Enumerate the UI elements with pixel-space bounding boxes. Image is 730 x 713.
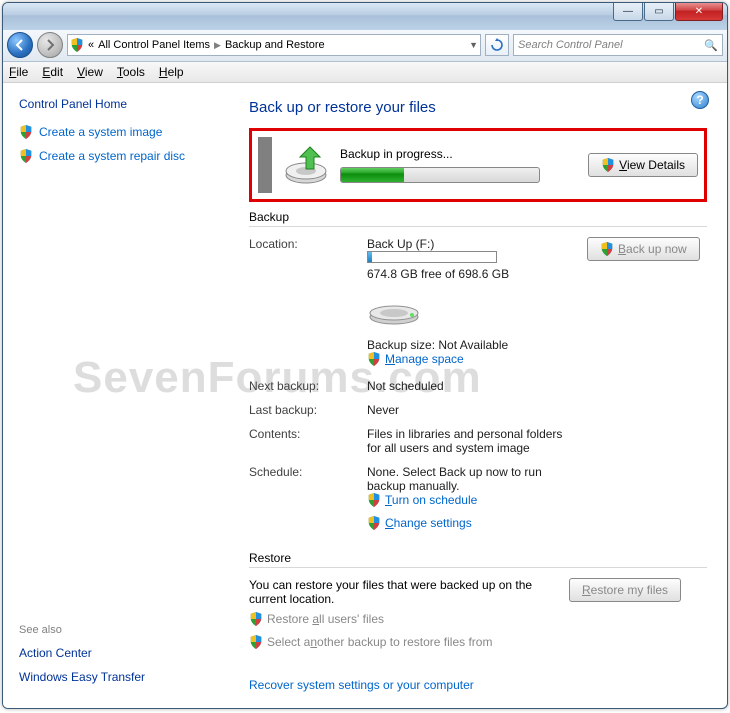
schedule-value: None. Select Back up now to run backup m… [367,465,579,493]
create-repair-disc-link[interactable]: Create a system repair disc [19,149,217,163]
see-also-heading: See also [19,624,217,636]
shield-icon [601,158,615,172]
shield-icon [600,242,614,256]
contents-label: Contents: [249,427,359,441]
last-backup-value: Never [367,403,579,417]
menu-help[interactable]: Help [159,65,184,79]
recover-system-link[interactable]: Recover system settings or your computer [249,678,474,692]
button-label: Restore my files [582,583,668,597]
nav-toolbar: « All Control Panel Items ▶ Backup and R… [3,30,727,62]
restore-all-users-link[interactable]: Restore all users' files [249,612,384,626]
button-label: Back up now [618,242,687,256]
shield-icon [367,493,381,507]
task-label: Create a system image [39,125,162,139]
search-icon: 🔍 [704,39,718,52]
progress-label: Backup in progress... [340,147,578,161]
search-placeholder: Search Control Panel [518,39,623,51]
location-label: Location: [249,237,359,251]
page-title: Back up or restore your files [249,99,707,116]
schedule-label: Schedule: [249,465,359,479]
menu-tools[interactable]: Tools [117,65,145,79]
easy-transfer-link[interactable]: Windows Easy Transfer [19,670,217,684]
shield-icon [19,125,33,139]
sidebar: Control Panel Home Create a system image… [3,83,233,708]
menu-edit[interactable]: Edit [42,65,63,79]
shield-icon [367,352,381,366]
content-body: SevenForums.com Control Panel Home Creat… [3,83,727,708]
breadcrumb-prefix: « [88,39,94,51]
restore-text: You can restore your files that were bac… [249,578,549,606]
window: — ▭ ✕ « All Control Panel Items ▶ Backup… [2,2,728,709]
main-panel: ? Back up or restore your files Backup i… [233,83,727,708]
minimize-button[interactable]: — [613,3,643,21]
menu-bar: File Edit View Tools Help [3,62,727,83]
address-dropdown-icon[interactable]: ▼ [469,40,478,50]
location-value: Back Up (F:) 674.8 GB free of 698.6 GB [367,237,579,281]
maximize-button[interactable]: ▭ [644,3,674,21]
progress-callout: Backup in progress... View Details [249,128,707,202]
next-backup-label: Next backup: [249,379,359,393]
address-bar[interactable]: « All Control Panel Items ▶ Backup and R… [67,34,481,56]
back-button[interactable] [7,32,33,58]
view-details-button[interactable]: View Details [588,153,698,177]
manage-space-link[interactable]: Manage space [367,352,464,366]
control-panel-icon [70,38,84,52]
control-panel-home-link[interactable]: Control Panel Home [19,97,217,111]
disk-usage-bar [367,251,497,263]
task-label: Create a system repair disc [39,149,185,163]
progress-bar [340,167,540,183]
change-settings-link[interactable]: Change settings [367,516,472,530]
action-center-link[interactable]: Action Center [19,646,217,660]
shield-icon [249,612,263,626]
disk-free-text: 674.8 GB free of 698.6 GB [367,267,579,281]
backup-info-grid: Location: Back Up (F:) 674.8 GB free of … [249,237,707,533]
last-backup-label: Last backup: [249,403,359,417]
restore-my-files-button: Restore my files [569,578,681,602]
titlebar[interactable]: — ▭ ✕ [3,3,727,30]
drive-icon [367,291,421,325]
shield-icon [249,635,263,649]
refresh-button[interactable] [485,34,509,56]
menu-view[interactable]: View [77,65,103,79]
forward-button[interactable] [37,32,63,58]
create-system-image-link[interactable]: Create a system image [19,125,217,139]
help-icon[interactable]: ? [691,91,709,109]
breadcrumb-sep-icon: ▶ [214,40,221,51]
button-label: View Details [619,158,685,172]
turn-on-schedule-link[interactable]: Turn on schedule [367,493,477,507]
backup-size-text: Backup size: Not Available [367,338,579,352]
backup-drive-icon [282,145,330,185]
search-input[interactable]: Search Control Panel 🔍 [513,34,723,56]
next-backup-value: Not scheduled [367,379,579,393]
backup-now-button: Back up now [587,237,700,261]
backup-section-title: Backup [249,210,707,224]
close-button[interactable]: ✕ [675,3,723,21]
select-another-backup-link[interactable]: Select another backup to restore files f… [249,635,492,649]
shield-icon [19,149,33,163]
shield-icon [367,516,381,530]
restore-section-title: Restore [249,551,707,565]
spine-decor [258,137,272,193]
breadcrumb-item[interactable]: All Control Panel Items [98,39,210,51]
menu-file[interactable]: File [9,65,28,79]
breadcrumb-item[interactable]: Backup and Restore [225,39,325,51]
contents-value: Files in libraries and personal folders … [367,427,579,455]
